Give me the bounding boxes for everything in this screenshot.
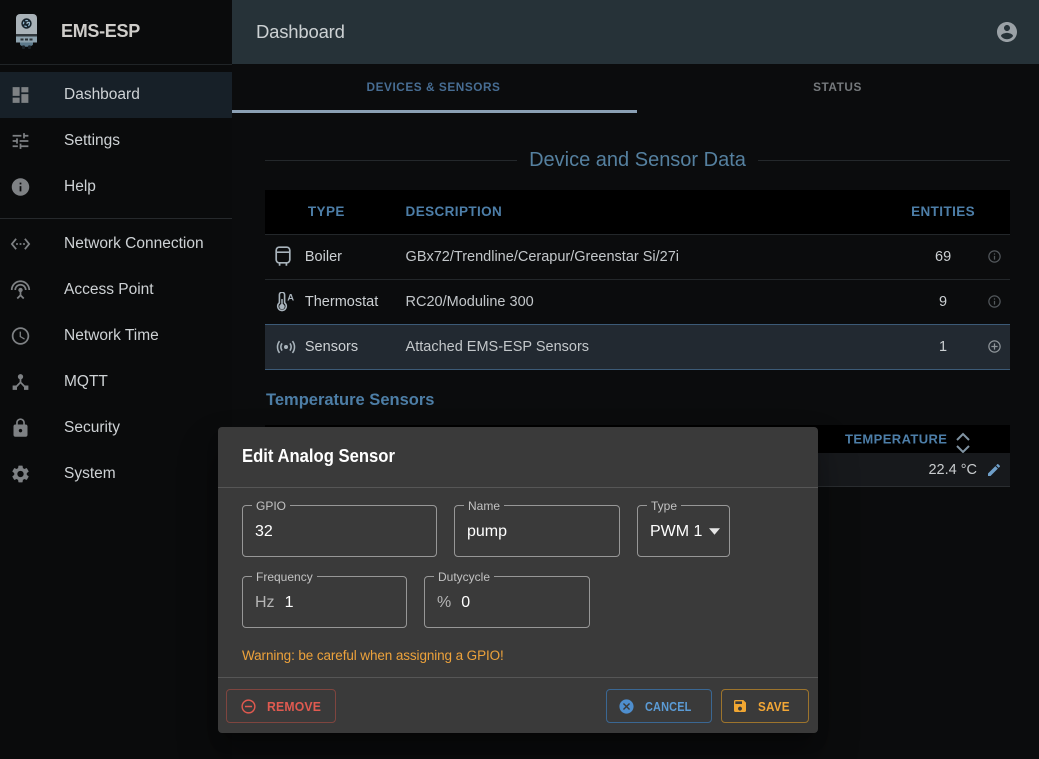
svg-text:A: A xyxy=(287,292,294,303)
